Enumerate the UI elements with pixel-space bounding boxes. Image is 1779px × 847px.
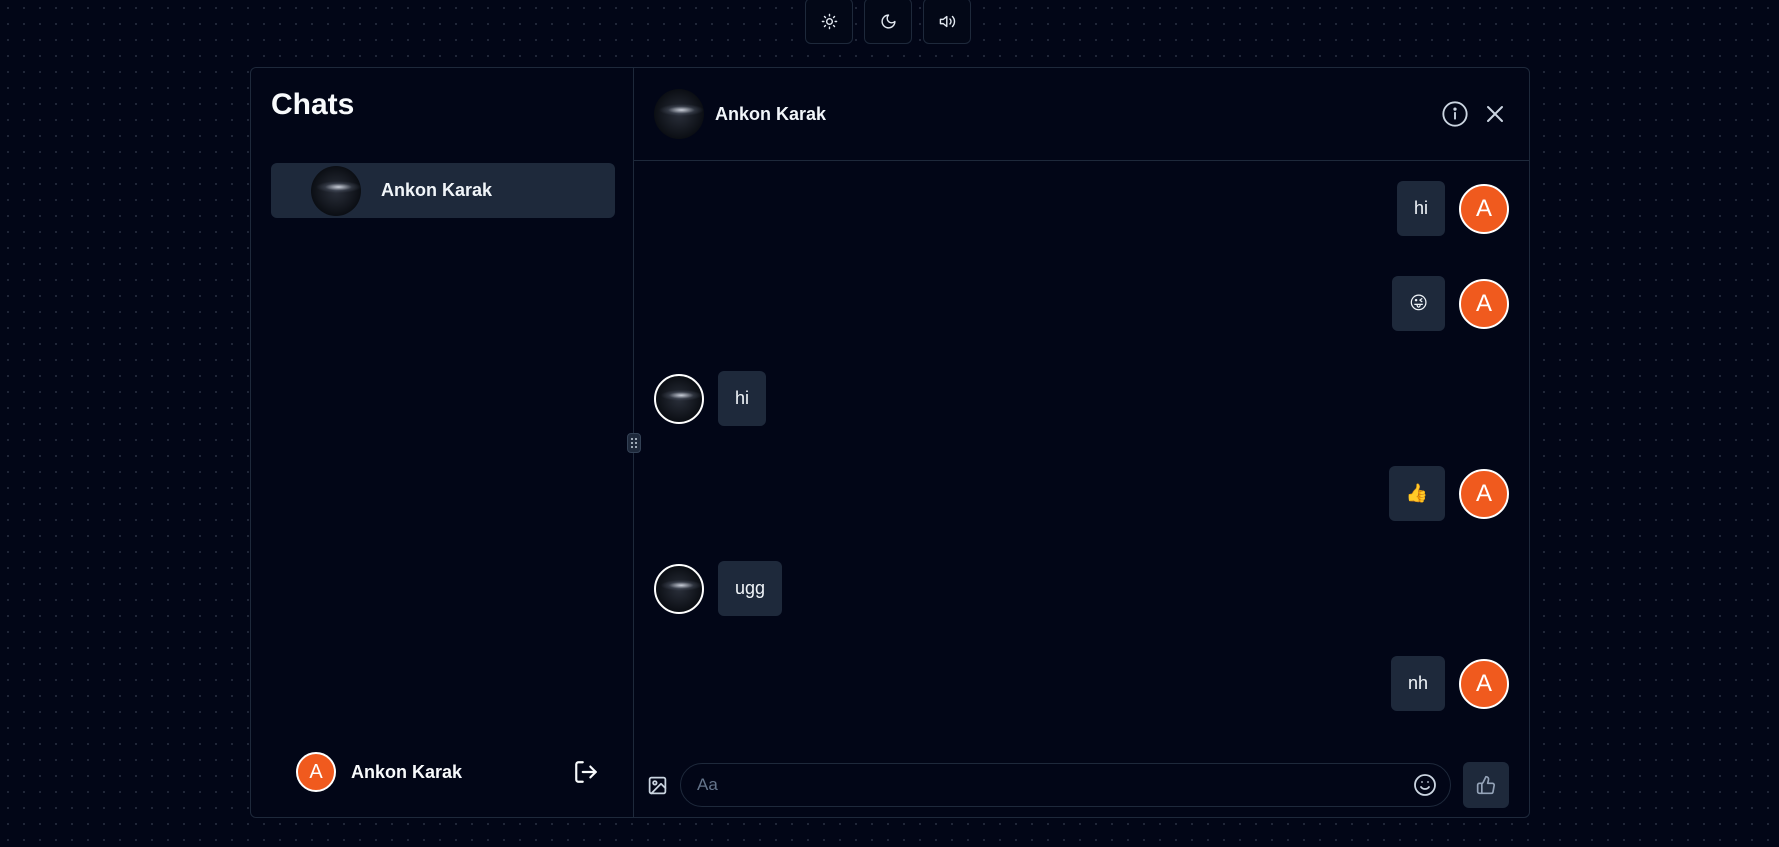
message-input[interactable]	[695, 774, 1412, 796]
conversation-header: Ankon Karak	[634, 68, 1529, 161]
close-chat-button[interactable]	[1481, 100, 1509, 128]
header-contact-name: Ankon Karak	[715, 103, 827, 124]
attach-image-button[interactable]	[646, 774, 668, 796]
contact-message-avatar	[654, 563, 704, 614]
message-bubble: 👍	[1388, 466, 1445, 521]
message-bubble: hi	[1396, 181, 1445, 236]
info-button[interactable]	[1441, 100, 1469, 128]
message-bubble: ugg	[718, 561, 783, 616]
message-list: A hi A 😜 hi A 👍 ugg A nh	[634, 161, 1529, 747]
send-like-button[interactable]	[1463, 762, 1509, 808]
logout-icon	[575, 761, 597, 783]
dark-mode-button[interactable]	[864, 0, 912, 44]
message-row: A nh	[1390, 656, 1509, 711]
current-user-avatar: A	[296, 752, 336, 792]
message-row: A 👍	[1388, 466, 1509, 521]
panel-resize-handle[interactable]	[627, 433, 641, 453]
my-avatar: A	[1459, 658, 1509, 709]
message-composer	[634, 761, 1529, 809]
contact-avatar	[311, 165, 361, 216]
sun-icon	[821, 13, 837, 29]
chat-list-item-name: Ankon Karak	[381, 180, 493, 200]
smile-icon	[1414, 774, 1436, 796]
close-icon	[1487, 106, 1503, 122]
current-user-name: Ankon Karak	[351, 761, 463, 782]
thumbs-up-icon	[1476, 775, 1495, 795]
logout-button[interactable]	[571, 757, 601, 787]
current-user-footer: A Ankon Karak	[296, 751, 601, 793]
chat-app-window: Chats Ankon Karak A Ankon Karak Ankon Ka…	[250, 67, 1530, 818]
message-bubble: nh	[1390, 656, 1445, 711]
my-avatar: A	[1459, 278, 1509, 329]
chats-sidebar: Chats Ankon Karak A Ankon Karak	[251, 68, 634, 817]
message-row: hi	[654, 371, 767, 426]
message-row: A 😜	[1392, 276, 1509, 331]
conversation-panel: Ankon Karak A hi A 😜 hi A 👍 ugg A nh Aa	[634, 68, 1529, 817]
sidebar-title: Chats	[271, 88, 355, 121]
light-mode-button[interactable]	[805, 0, 853, 44]
theme-toolbar	[805, 0, 971, 44]
sound-button[interactable]	[923, 0, 971, 44]
moon-icon	[880, 13, 896, 29]
header-contact-avatar	[654, 89, 704, 139]
speaker-icon	[939, 15, 955, 27]
message-bubble: 😜	[1392, 276, 1445, 331]
message-bubble: hi	[718, 371, 767, 426]
chat-list-item[interactable]: Ankon Karak	[271, 163, 615, 218]
message-row: A hi	[1396, 181, 1509, 236]
emoji-button[interactable]	[1412, 772, 1438, 798]
message-row: ugg	[654, 561, 783, 616]
contact-message-avatar	[654, 373, 704, 424]
grip-icon	[631, 438, 637, 448]
my-avatar: A	[1459, 183, 1509, 234]
message-input-wrapper	[680, 763, 1451, 807]
image-icon	[648, 776, 666, 794]
my-avatar: A	[1459, 468, 1509, 519]
info-icon	[1442, 101, 1468, 127]
